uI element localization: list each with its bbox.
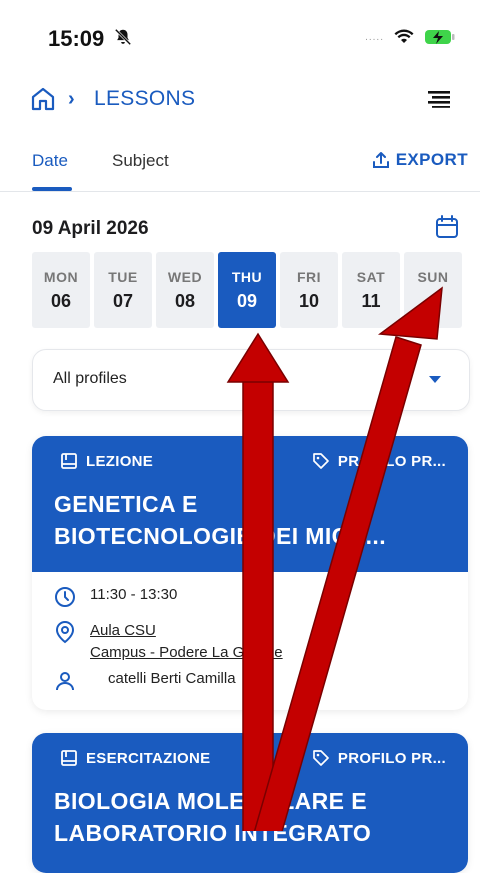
lesson-time: 11:30 - 13:30 bbox=[90, 586, 178, 603]
tab-date[interactable]: Date bbox=[32, 151, 68, 171]
export-button[interactable]: EXPORT bbox=[372, 150, 468, 170]
week-strip: MON 06 TUE 07 WED 08 THU 09 FRI 10 SAT 1… bbox=[32, 252, 472, 328]
home-icon[interactable] bbox=[30, 86, 56, 112]
tab-subject[interactable]: Subject bbox=[112, 151, 169, 171]
day-number: 07 bbox=[112, 291, 134, 311]
lesson-type: LEZIONE bbox=[86, 452, 154, 470]
profile-label: PROFILO PR... bbox=[337, 452, 446, 470]
breadcrumb: › LESSONS bbox=[0, 78, 480, 122]
day-tue[interactable]: TUE 07 bbox=[94, 252, 152, 328]
lesson-teacher: catelli Berti Camilla bbox=[108, 670, 236, 687]
lesson-card-header: LEZIONE PROFILO PR... GENETICA E BIOTECN… bbox=[32, 436, 468, 572]
bell-slash-icon bbox=[114, 28, 132, 46]
profile-label: PROFILO PR... bbox=[337, 749, 446, 767]
view-tabs: Date Subject EXPORT bbox=[0, 145, 480, 192]
day-fri[interactable]: FRI 10 bbox=[280, 252, 338, 328]
day-name: THU bbox=[231, 269, 263, 285]
day-number: 06 bbox=[50, 291, 72, 311]
day-wed[interactable]: WED 08 bbox=[156, 252, 214, 328]
lesson-teacher-row: catelli Berti Camilla bbox=[54, 670, 236, 692]
caret-down-icon bbox=[429, 376, 441, 383]
day-number: 11 bbox=[361, 291, 381, 311]
lesson-campus[interactable]: Campus - Podere La Grande bbox=[90, 642, 283, 664]
date-title: 09 April 2026 bbox=[32, 218, 149, 239]
day-name: WED bbox=[167, 269, 203, 285]
day-sat[interactable]: SAT 11 bbox=[342, 252, 400, 328]
profile-badge: PROFILO PR... bbox=[312, 749, 446, 767]
day-name: SAT bbox=[356, 269, 386, 285]
day-name: MON bbox=[43, 269, 79, 285]
location-pin-icon bbox=[55, 620, 75, 644]
profile-select[interactable]: All profiles bbox=[32, 349, 470, 411]
day-mon[interactable]: MON 06 bbox=[32, 252, 90, 328]
profile-badge: PROFILO PR... bbox=[312, 452, 446, 470]
chevron-right-icon: › bbox=[68, 88, 75, 110]
lesson-type: ESERCITAZIONE bbox=[86, 749, 211, 767]
lesson-time-row: 11:30 - 13:30 bbox=[54, 586, 177, 608]
date-header: 09 April 2026 bbox=[0, 212, 480, 248]
day-name: SUN bbox=[417, 269, 449, 285]
lesson-title: GENETICA E BIOTECNOLOGIE DEI MICR... bbox=[54, 491, 387, 549]
tag-icon bbox=[313, 750, 329, 766]
battery-charging-icon bbox=[425, 30, 455, 44]
day-sun[interactable]: SUN bbox=[404, 252, 462, 328]
lesson-card[interactable]: ESERCITAZIONE PROFILO PR... BIOLOGIA MOL… bbox=[32, 733, 468, 873]
breadcrumb-lessons[interactable]: LESSONS bbox=[94, 87, 195, 111]
lesson-title: BIOLOGIA MOLECOLARE E LABORATORIO INTEGR… bbox=[54, 788, 372, 846]
day-number: 09 bbox=[236, 291, 258, 311]
lesson-location-row[interactable]: Aula CSU Campus - Podere La Grande bbox=[54, 620, 283, 664]
person-icon bbox=[56, 672, 74, 691]
day-number: 08 bbox=[174, 291, 196, 311]
clock-icon bbox=[55, 587, 75, 607]
wifi-icon bbox=[394, 29, 414, 43]
status-bar: 15:09 ..... bbox=[0, 0, 480, 70]
lesson-type-badge: ESERCITAZIONE bbox=[60, 749, 210, 767]
lesson-card-header: ESERCITAZIONE PROFILO PR... BIOLOGIA MOL… bbox=[32, 733, 468, 873]
status-time: 15:09 bbox=[48, 26, 105, 51]
book-icon bbox=[61, 750, 77, 766]
tab-date-indicator bbox=[32, 187, 72, 191]
day-name: FRI bbox=[296, 269, 322, 285]
status-icons: ..... bbox=[365, 28, 456, 46]
book-icon bbox=[61, 453, 77, 469]
lesson-card[interactable]: LEZIONE PROFILO PR... GENETICA E BIOTECN… bbox=[32, 436, 468, 710]
tag-icon bbox=[313, 453, 329, 469]
menu-icon[interactable] bbox=[428, 90, 450, 108]
upload-icon bbox=[372, 152, 389, 168]
lesson-room[interactable]: Aula CSU bbox=[90, 620, 283, 642]
lesson-type-badge: LEZIONE bbox=[60, 452, 153, 470]
calendar-icon[interactable] bbox=[434, 214, 460, 240]
day-number: 10 bbox=[298, 291, 320, 311]
profile-select-value: All profiles bbox=[53, 370, 127, 387]
day-name: TUE bbox=[108, 269, 138, 285]
day-thu-selected[interactable]: THU 09 bbox=[218, 252, 276, 328]
signal-icon: ..... bbox=[365, 31, 384, 43]
export-label: EXPORT bbox=[395, 150, 468, 169]
